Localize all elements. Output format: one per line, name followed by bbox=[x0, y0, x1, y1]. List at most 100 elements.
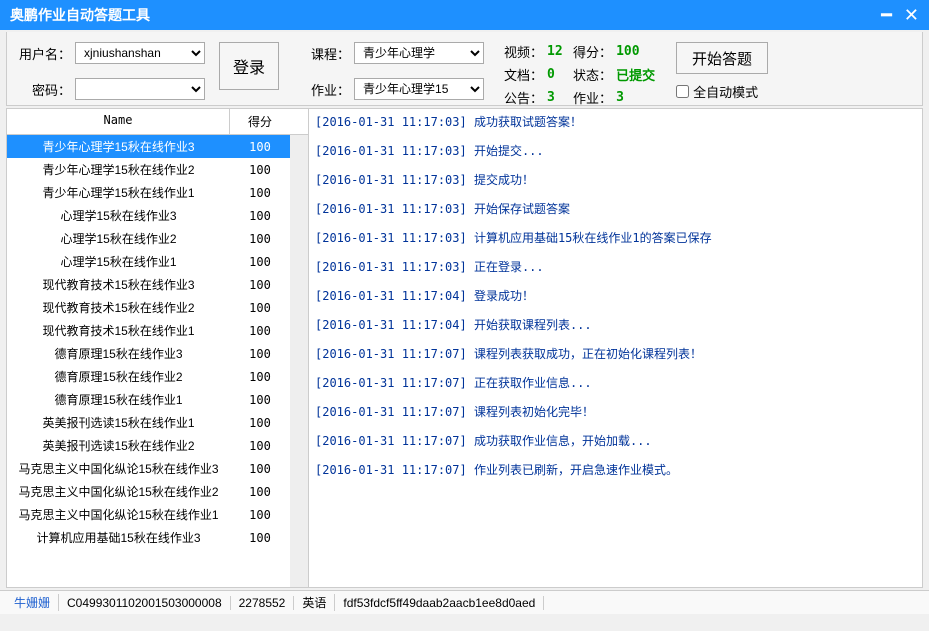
col-name[interactable]: Name bbox=[7, 109, 230, 134]
table-body[interactable]: 青少年心理学15秋在线作业3100青少年心理学15秋在线作业2100青少年心理学… bbox=[7, 135, 290, 587]
minimize-icon[interactable]: ━ bbox=[881, 5, 892, 26]
status-id2: 2278552 bbox=[231, 596, 295, 610]
row-name: 英美报刊选读15秋在线作业1 bbox=[7, 414, 230, 431]
hwcount-label: 作业： bbox=[573, 88, 612, 107]
row-score: 100 bbox=[230, 301, 290, 315]
row-name: 青少年心理学15秋在线作业2 bbox=[7, 161, 230, 178]
log-message: 登录成功！ bbox=[474, 289, 534, 303]
log-timestamp: [2016-01-31 11:17:07] bbox=[315, 434, 474, 448]
username-select[interactable]: xjniushanshan bbox=[75, 42, 205, 64]
table-row[interactable]: 马克思主义中国化纵论15秋在线作业1100 bbox=[7, 503, 290, 526]
status-user: 牛姗姗 bbox=[6, 594, 59, 611]
row-score: 100 bbox=[230, 209, 290, 223]
table-row[interactable]: 青少年心理学15秋在线作业2100 bbox=[7, 158, 290, 181]
row-score: 100 bbox=[230, 416, 290, 430]
auto-mode-wrap[interactable]: 全自动模式 bbox=[676, 82, 768, 101]
row-score: 100 bbox=[230, 324, 290, 338]
table-row[interactable]: 马克思主义中国化纵论15秋在线作业2100 bbox=[7, 480, 290, 503]
auto-mode-label: 全自动模式 bbox=[693, 82, 758, 101]
table-row[interactable]: 英美报刊选读15秋在线作业2100 bbox=[7, 434, 290, 457]
log-line: [2016-01-31 11:17:04] 开始获取课程列表... bbox=[315, 316, 916, 333]
table-row[interactable]: 德育原理15秋在线作业2100 bbox=[7, 365, 290, 388]
log-message: 成功获取作业信息，开始加载... bbox=[474, 434, 652, 448]
row-score: 100 bbox=[230, 140, 290, 154]
log-timestamp: [2016-01-31 11:17:07] bbox=[315, 405, 474, 419]
log-timestamp: [2016-01-31 11:17:07] bbox=[315, 376, 474, 390]
row-score: 100 bbox=[230, 439, 290, 453]
start-button[interactable]: 开始答题 bbox=[676, 42, 768, 74]
row-name: 心理学15秋在线作业1 bbox=[7, 253, 230, 270]
row-name: 现代教育技术15秋在线作业1 bbox=[7, 322, 230, 339]
row-name: 青少年心理学15秋在线作业3 bbox=[7, 138, 230, 155]
window-controls: ━ ✕ bbox=[881, 5, 919, 26]
log-message: 作业列表已刷新，开启急速作业模式。 bbox=[474, 463, 678, 477]
row-name: 青少年心理学15秋在线作业1 bbox=[7, 184, 230, 201]
main-area: Name 得分 青少年心理学15秋在线作业3100青少年心理学15秋在线作业21… bbox=[6, 108, 923, 588]
row-name: 计算机应用基础15秋在线作业3 bbox=[7, 529, 230, 546]
table-scrollbar[interactable] bbox=[290, 135, 308, 587]
log-line: [2016-01-31 11:17:07] 正在获取作业信息... bbox=[315, 374, 916, 391]
header-scroll-gutter bbox=[290, 109, 308, 134]
table-row[interactable]: 德育原理15秋在线作业3100 bbox=[7, 342, 290, 365]
table-row[interactable]: 现代教育技术15秋在线作业1100 bbox=[7, 319, 290, 342]
row-name: 英美报刊选读15秋在线作业2 bbox=[7, 437, 230, 454]
course-label: 课程： bbox=[311, 44, 350, 63]
log-line: [2016-01-31 11:17:07] 课程列表初始化完毕！ bbox=[315, 403, 916, 420]
row-name: 马克思主义中国化纵论15秋在线作业2 bbox=[7, 483, 230, 500]
log-message: 提交成功！ bbox=[474, 173, 534, 187]
toolbar: 用户名： xjniushanshan 密码： 登录 课程： 青少年心理学 作业：… bbox=[6, 32, 923, 106]
log-message: 正在登录... bbox=[474, 260, 544, 274]
row-name: 德育原理15秋在线作业2 bbox=[7, 368, 230, 385]
homework-select[interactable]: 青少年心理学15 bbox=[354, 78, 484, 100]
login-button[interactable]: 登录 bbox=[219, 42, 279, 90]
log-line: [2016-01-31 11:17:03] 计算机应用基础15秋在线作业1的答案… bbox=[315, 229, 916, 246]
table-row[interactable]: 心理学15秋在线作业3100 bbox=[7, 204, 290, 227]
password-select[interactable] bbox=[75, 78, 205, 100]
course-select[interactable]: 青少年心理学 bbox=[354, 42, 484, 64]
log-message: 开始提交... bbox=[474, 144, 544, 158]
homework-list-panel: Name 得分 青少年心理学15秋在线作业3100青少年心理学15秋在线作业21… bbox=[7, 109, 309, 587]
log-message: 计算机应用基础15秋在线作业1的答案已保存 bbox=[474, 231, 712, 245]
auto-mode-checkbox[interactable] bbox=[676, 85, 689, 98]
credentials-block: 用户名： xjniushanshan 密码： bbox=[19, 42, 205, 100]
table-row[interactable]: 德育原理15秋在线作业1100 bbox=[7, 388, 290, 411]
table-row[interactable]: 青少年心理学15秋在线作业3100 bbox=[7, 135, 290, 158]
row-score: 100 bbox=[230, 393, 290, 407]
log-panel[interactable]: [2016-01-31 11:17:03] 成功获取试题答案！ [2016-01-… bbox=[309, 109, 922, 587]
action-block: 开始答题 全自动模式 bbox=[676, 42, 768, 101]
log-message: 课程列表获取成功，正在初始化课程列表！ bbox=[474, 347, 702, 361]
table-row[interactable]: 计算机应用基础15秋在线作业3100 bbox=[7, 526, 290, 549]
log-line: [2016-01-31 11:17:04] 登录成功！ bbox=[315, 287, 916, 304]
log-timestamp: [2016-01-31 11:17:04] bbox=[315, 289, 474, 303]
row-score: 100 bbox=[230, 370, 290, 384]
table-row[interactable]: 青少年心理学15秋在线作业1100 bbox=[7, 181, 290, 204]
log-line: [2016-01-31 11:17:07] 成功获取作业信息，开始加载... bbox=[315, 432, 916, 449]
row-name: 现代教育技术15秋在线作业2 bbox=[7, 299, 230, 316]
row-name: 德育原理15秋在线作业3 bbox=[7, 345, 230, 362]
row-score: 100 bbox=[230, 186, 290, 200]
log-timestamp: [2016-01-31 11:17:07] bbox=[315, 463, 474, 477]
table-row[interactable]: 心理学15秋在线作业2100 bbox=[7, 227, 290, 250]
log-line: [2016-01-31 11:17:07] 课程列表获取成功，正在初始化课程列表… bbox=[315, 345, 916, 362]
table-row[interactable]: 英美报刊选读15秋在线作业1100 bbox=[7, 411, 290, 434]
log-line: [2016-01-31 11:17:03] 成功获取试题答案！ bbox=[315, 113, 916, 130]
log-message: 成功获取试题答案！ bbox=[474, 115, 582, 129]
row-name: 马克思主义中国化纵论15秋在线作业1 bbox=[7, 506, 230, 523]
homework-label: 作业： bbox=[311, 80, 350, 99]
table-row[interactable]: 马克思主义中国化纵论15秋在线作业3100 bbox=[7, 457, 290, 480]
log-line: [2016-01-31 11:17:07] 作业列表已刷新，开启急速作业模式。 bbox=[315, 461, 916, 478]
score-label: 得分： bbox=[573, 42, 612, 61]
log-message: 课程列表初始化完毕！ bbox=[474, 405, 594, 419]
table-row[interactable]: 现代教育技术15秋在线作业3100 bbox=[7, 273, 290, 296]
table-row[interactable]: 心理学15秋在线作业1100 bbox=[7, 250, 290, 273]
log-line: [2016-01-31 11:17:03] 开始保存试题答案 bbox=[315, 200, 916, 217]
close-icon[interactable]: ✕ bbox=[904, 5, 919, 26]
hwcount-value: 3 bbox=[616, 90, 656, 105]
status-label: 状态： bbox=[573, 65, 612, 84]
table-row[interactable]: 现代教育技术15秋在线作业2100 bbox=[7, 296, 290, 319]
row-name: 现代教育技术15秋在线作业3 bbox=[7, 276, 230, 293]
doc-label: 文档： bbox=[504, 65, 543, 84]
row-score: 100 bbox=[230, 485, 290, 499]
col-score[interactable]: 得分 bbox=[230, 109, 290, 134]
notice-value: 3 bbox=[547, 90, 569, 105]
